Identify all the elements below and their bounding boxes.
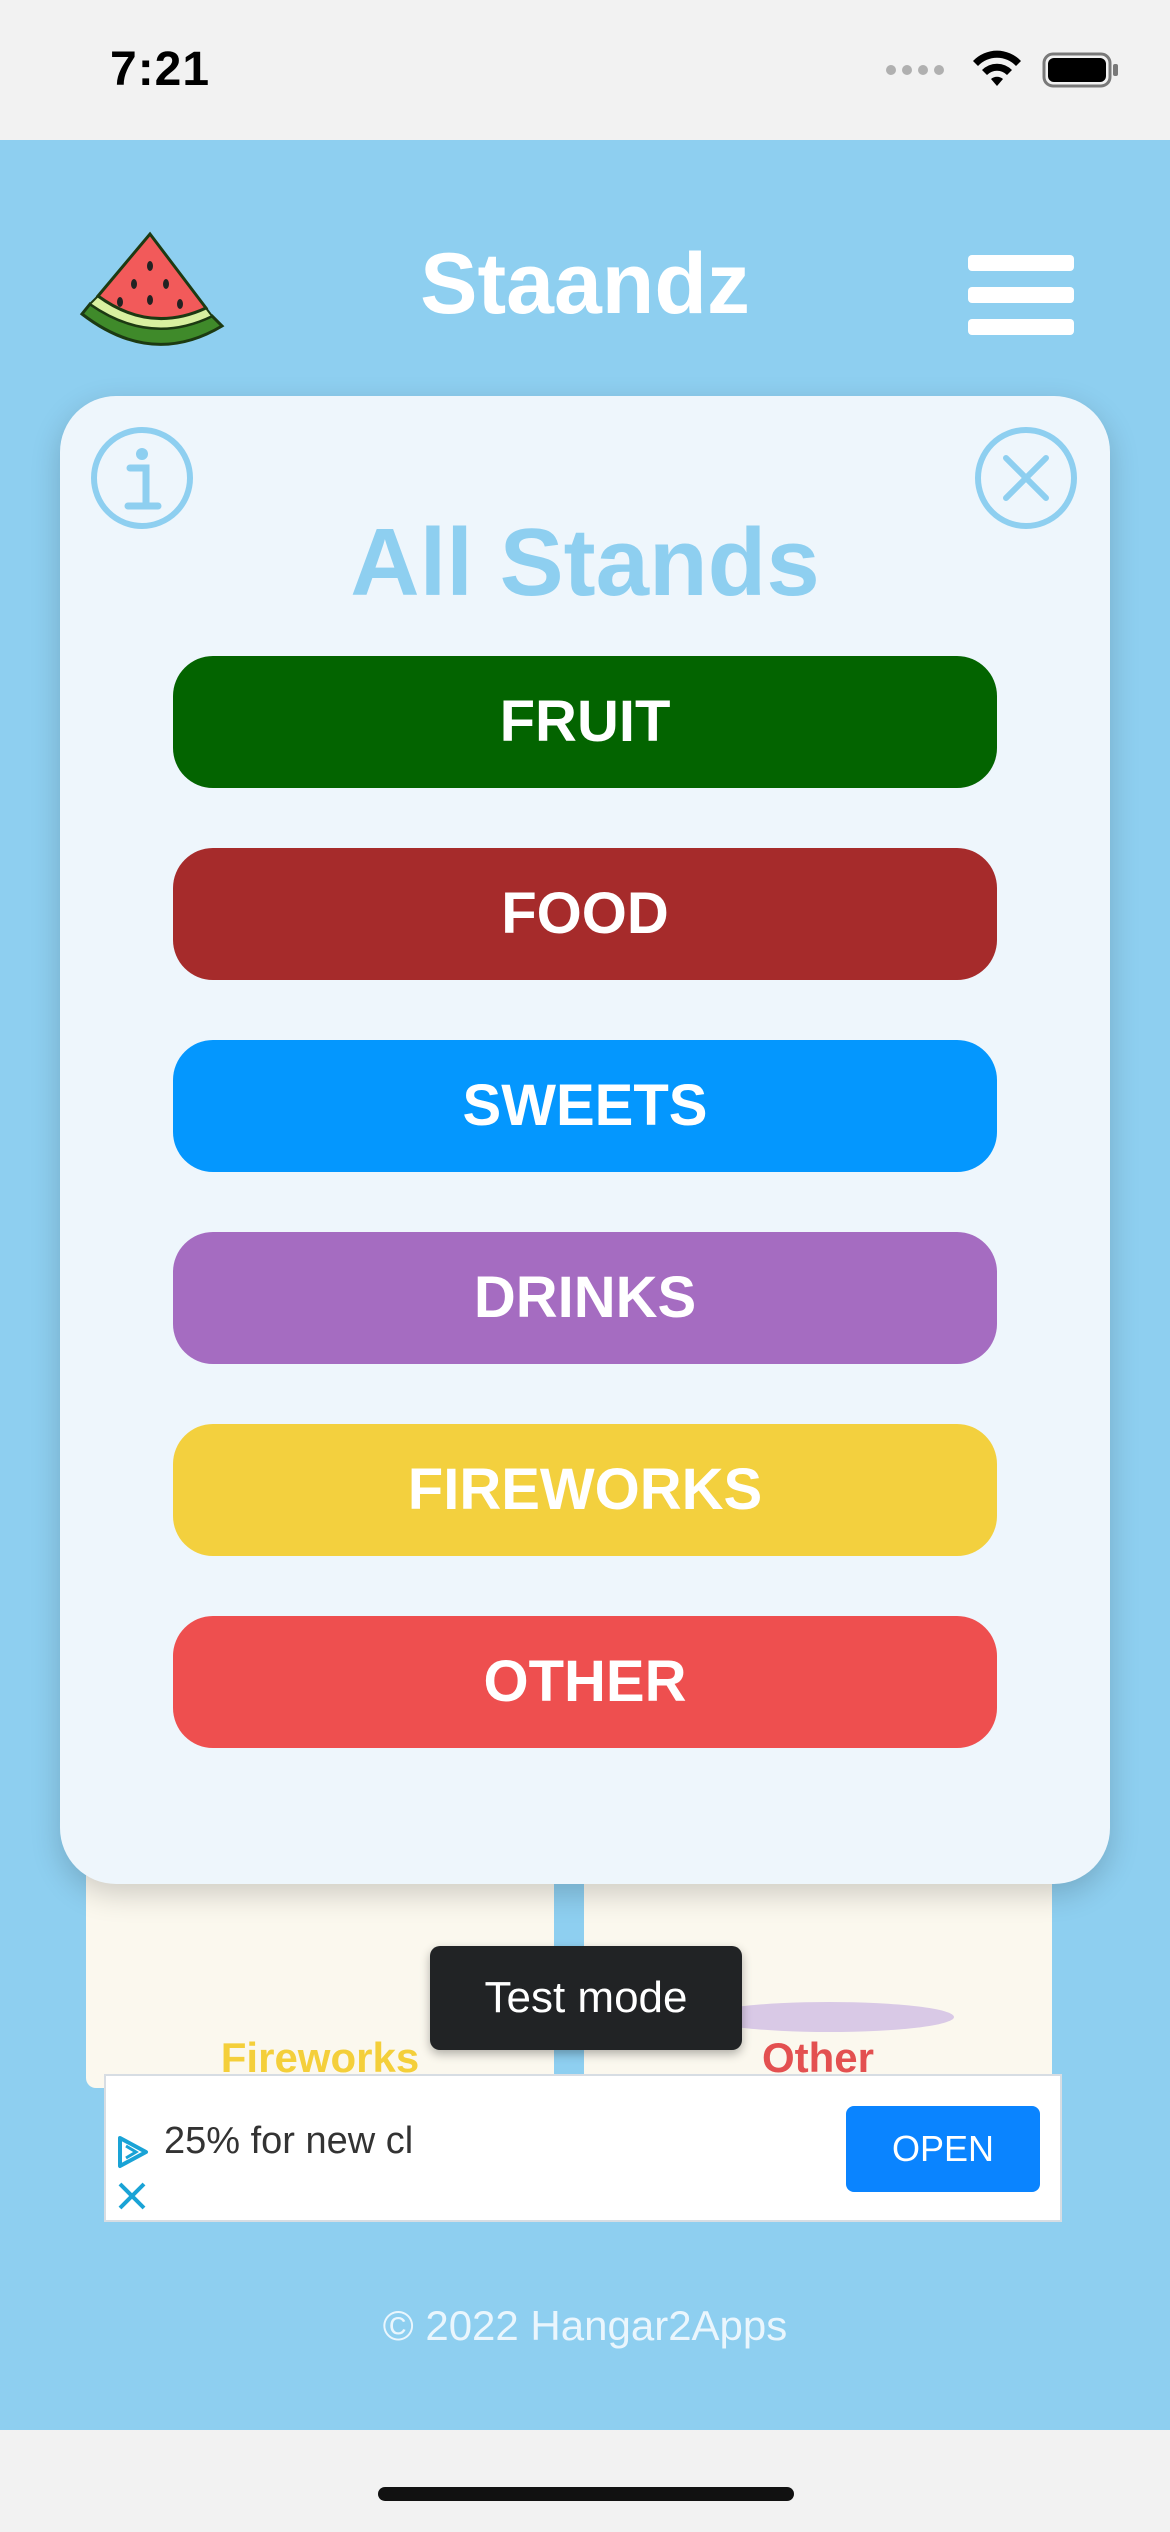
modal-title: All Stands — [350, 509, 820, 616]
sweets-button[interactable]: SWEETS — [173, 1040, 997, 1172]
drinks-button[interactable]: DRINKS — [173, 1232, 997, 1364]
home-indicator[interactable] — [378, 2487, 794, 2501]
wifi-icon — [973, 50, 1021, 86]
ad-close-icon[interactable] — [116, 2180, 148, 2212]
status-bar: 7:21 — [0, 0, 1170, 140]
ad-banner[interactable]: 25% for new cl OPEN — [104, 2074, 1062, 2222]
status-time: 7:21 — [110, 43, 211, 96]
fireworks-button[interactable]: FIREWORKS — [173, 1424, 997, 1556]
status-icons — [886, 50, 1120, 90]
food-button[interactable]: FOOD — [173, 848, 997, 980]
header: Staandz — [0, 140, 1170, 390]
all-stands-modal: All Stands FRUIT FOOD SWEETS DRINKS FIRE… — [60, 396, 1110, 1884]
other-button[interactable]: OTHER — [173, 1616, 997, 1748]
test-mode-toast: Test mode — [430, 1946, 742, 2050]
battery-icon — [1042, 52, 1118, 88]
app-area: Staandz Fireworks Other All Stands FRUIT… — [0, 140, 1170, 2430]
fruit-button[interactable]: FRUIT — [173, 656, 997, 788]
copyright: © 2022 Hangar2Apps — [382, 2302, 788, 2349]
ad-text: 25% for new cl — [164, 2120, 414, 2162]
ad-choices-icon[interactable] — [114, 2134, 150, 2170]
signal-dots-icon — [886, 65, 944, 75]
ad-open-button[interactable]: OPEN — [846, 2106, 1040, 2192]
hamburger-menu-icon[interactable] — [968, 255, 1074, 335]
